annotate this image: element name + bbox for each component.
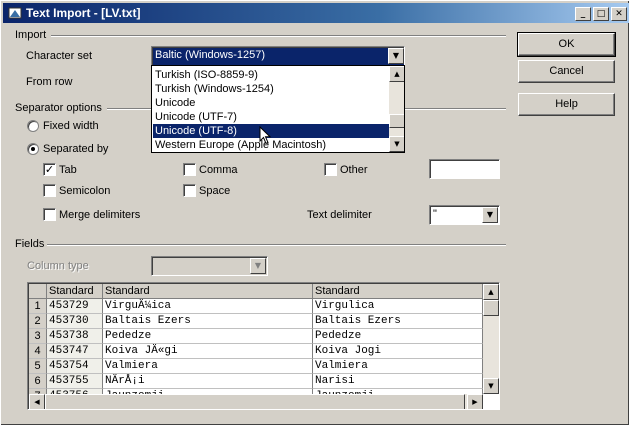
charset-option[interactable]: Unicode (UTF-7)	[153, 110, 389, 124]
preview-table[interactable]: Standard Standard Standard 1 453729 VirguÄ…	[27, 282, 500, 410]
separator-options-line-right	[405, 108, 506, 110]
table-cell-col3: Valmiera	[313, 359, 483, 374]
tab-label: Tab	[59, 164, 77, 176]
row-number: 6	[29, 374, 47, 389]
merge-delimiters-checkbox[interactable]	[43, 208, 56, 221]
tab-checkbox[interactable]: ✓	[43, 163, 56, 176]
window-title: Text Import - [LV.txt]	[26, 6, 141, 20]
row-number: 3	[29, 329, 47, 344]
table-cell-col1: 453754	[47, 359, 103, 374]
help-button[interactable]: Help	[518, 93, 615, 116]
title-bar[interactable]: Text Import - [LV.txt] _ □ ✕	[3, 3, 629, 23]
column-type-dropdown-button[interactable]: ▼	[250, 258, 266, 274]
table-cell-col1: 453730	[47, 314, 103, 329]
space-label: Space	[199, 185, 231, 197]
table-cell-col2: Baltais Ezers	[103, 314, 313, 329]
scroll-down-icon[interactable]: ▼	[483, 378, 499, 394]
charset-list-scrollbar[interactable]: ▲ ▼	[389, 66, 404, 152]
column-header-2[interactable]: Standard	[103, 284, 313, 299]
import-group-label: Import	[15, 29, 47, 41]
table-cell-col3: Baltais Ezers	[313, 314, 483, 329]
fields-group-label: Fields	[15, 238, 45, 250]
list-scroll-up-icon[interactable]: ▲	[389, 66, 404, 82]
table-cell-col2: Pededze	[103, 329, 313, 344]
table-cell-col3: Koiva Jogi	[313, 344, 483, 359]
charset-dropdown-list[interactable]: Turkish (ISO-8859-9) Turkish (Windows-12…	[151, 65, 405, 153]
charset-option[interactable]: Turkish (ISO-8859-9)	[153, 68, 389, 82]
table-cell-col3: Pededze	[313, 329, 483, 344]
preview-horizontal-scrollbar[interactable]: ◀ ▶	[29, 394, 483, 409]
table-cell-col1: 453738	[47, 329, 103, 344]
row-number: 5	[29, 359, 47, 374]
mouse-pointer-icon	[259, 126, 272, 145]
comma-label: Comma	[199, 164, 238, 176]
column-header-1[interactable]: Standard	[47, 284, 103, 299]
semicolon-label: Semicolon	[59, 185, 111, 197]
close-button[interactable]: ✕	[611, 7, 627, 21]
preview-hscroll-thumb[interactable]	[45, 394, 465, 409]
minimize-button[interactable]: _	[575, 7, 591, 21]
charset-value: Baltic (Windows-1257)	[155, 49, 266, 61]
from-row-label: From row	[26, 76, 73, 88]
comma-checkbox[interactable]	[183, 163, 196, 176]
ok-button[interactable]: OK	[517, 32, 616, 57]
row-number: 2	[29, 314, 47, 329]
maximize-button[interactable]: □	[593, 7, 609, 21]
table-cell-col1: 453747	[47, 344, 103, 359]
fixed-width-radio[interactable]	[27, 120, 39, 132]
space-checkbox[interactable]	[183, 184, 196, 197]
separated-by-label: Separated by	[43, 143, 109, 155]
corner-header	[29, 284, 47, 299]
cancel-button[interactable]: Cancel	[518, 60, 615, 83]
other-checkbox[interactable]	[324, 163, 337, 176]
table-cell-col2: VirguÄ¼ica	[103, 299, 313, 314]
scroll-right-icon[interactable]: ▶	[467, 394, 483, 409]
merge-delimiters-label: Merge delimiters	[59, 209, 141, 221]
list-scroll-down-icon[interactable]: ▼	[389, 136, 404, 152]
row-number: 1	[29, 299, 47, 314]
import-separator	[51, 35, 506, 37]
semicolon-checkbox[interactable]	[43, 184, 56, 197]
table-cell-col3: Narisi	[313, 374, 483, 389]
column-type-label: Column type	[27, 260, 89, 272]
charset-list-thumb[interactable]	[389, 114, 404, 128]
table-cell-col1: 453755	[47, 374, 103, 389]
text-delimiter-value: "	[433, 208, 437, 220]
charset-option[interactable]: Unicode	[153, 96, 389, 110]
table-cell-col2: Valmiera	[103, 359, 313, 374]
separator-group-label: Separator options	[15, 102, 102, 114]
separated-by-radio[interactable]	[27, 143, 39, 155]
charset-label: Character set	[26, 50, 93, 62]
charset-option[interactable]: Turkish (Windows-1254)	[153, 82, 389, 96]
table-cell-col2: NÄrÅ¡i	[103, 374, 313, 389]
fields-separator	[47, 244, 506, 246]
table-cell-col1: 453729	[47, 299, 103, 314]
text-delimiter-label: Text delimiter	[307, 209, 372, 221]
scroll-up-icon[interactable]: ▲	[483, 284, 499, 300]
preview-vertical-scrollbar[interactable]: ▲ ▼	[483, 284, 499, 394]
text-import-dialog: Text Import - [LV.txt] _ □ ✕ Import Char…	[0, 0, 630, 426]
row-number: 4	[29, 344, 47, 359]
fixed-width-label: Fixed width	[43, 120, 99, 132]
other-label: Other	[340, 164, 368, 176]
scroll-left-icon[interactable]: ◀	[29, 394, 45, 409]
charset-dropdown-button[interactable]: ▼	[388, 48, 404, 64]
table-cell-col3: Virgulica	[313, 299, 483, 314]
other-input[interactable]	[429, 159, 500, 179]
charset-select[interactable]: Baltic (Windows-1257)	[151, 46, 405, 66]
table-cell-col2: Koiva JÄ«gi	[103, 344, 313, 359]
text-delimiter-dropdown-button[interactable]: ▼	[482, 207, 498, 223]
separator-options-line	[107, 108, 151, 110]
column-header-3[interactable]: Standard	[313, 284, 483, 299]
preview-scroll-thumb[interactable]	[483, 300, 499, 316]
app-icon	[8, 7, 22, 19]
